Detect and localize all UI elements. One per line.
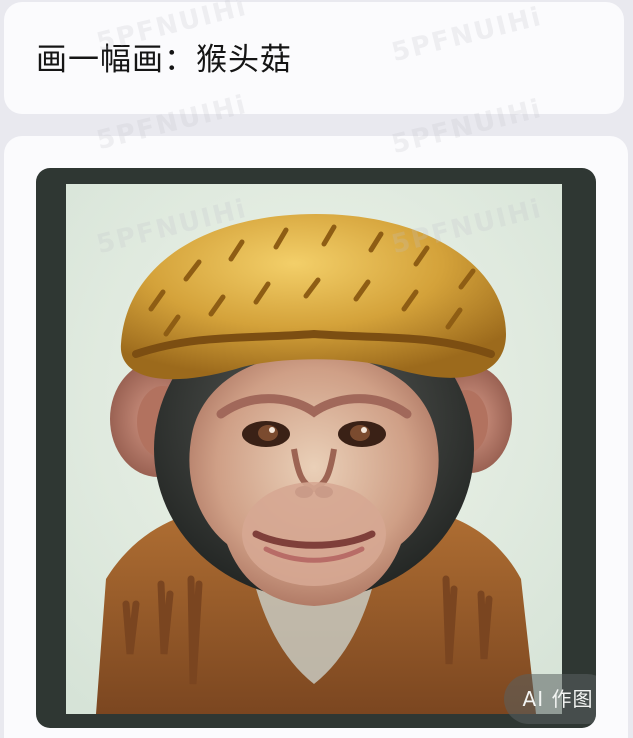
ai-result-card: AI 作图: [4, 136, 628, 738]
user-prompt-bubble: 画一幅画：猴头菇: [4, 2, 624, 114]
ai-generated-badge: AI 作图: [504, 674, 596, 724]
prompt-text: 画一幅画：猴头菇: [36, 42, 292, 78]
monkey-mushroom-illustration: [66, 184, 562, 714]
chat-page: 画一幅画：猴头菇 AI 作图 5PFNUIHi 5PFNUIHi 5PFNUIH…: [0, 0, 633, 738]
generated-image-frame[interactable]: AI 作图: [36, 168, 596, 728]
generated-monkey-artwork[interactable]: [66, 184, 562, 714]
